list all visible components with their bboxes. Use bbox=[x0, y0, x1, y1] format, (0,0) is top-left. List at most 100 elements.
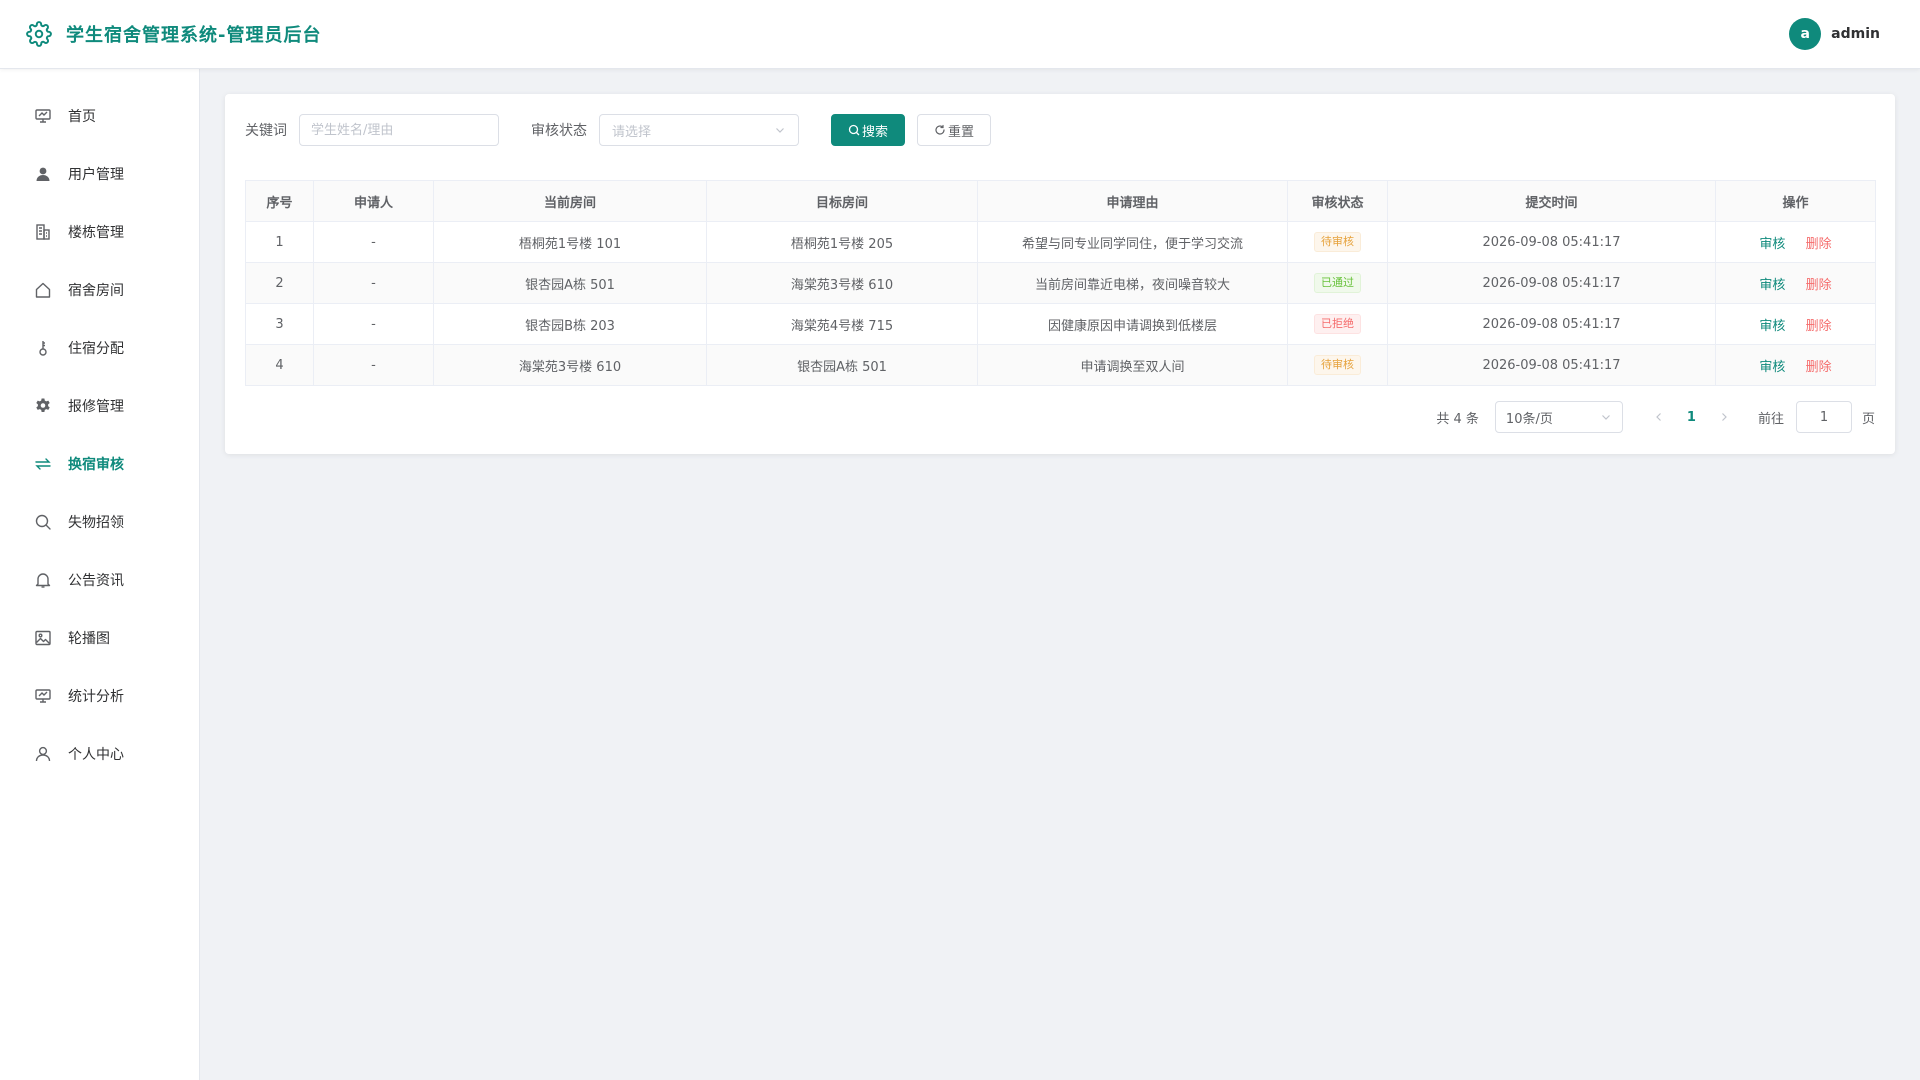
status-badge: 已拒绝 bbox=[1314, 314, 1361, 334]
cell-target-room: 银杏园A栋 501 bbox=[706, 344, 978, 386]
user-menu[interactable]: a admin bbox=[1789, 18, 1880, 50]
status-select-placeholder: 请选择 bbox=[612, 124, 652, 140]
chart-icon bbox=[34, 687, 52, 705]
cell-submitted: 2026-09-08 05:41:17 bbox=[1387, 262, 1716, 304]
column-header: 序号 bbox=[245, 180, 314, 222]
sidebar-item-allocation[interactable]: 住宿分配 bbox=[0, 319, 199, 377]
house-icon bbox=[34, 281, 52, 299]
sidebar-item-label: 报修管理 bbox=[68, 399, 124, 415]
review-link[interactable]: 审核 bbox=[1759, 319, 1785, 334]
sidebar-item-users[interactable]: 用户管理 bbox=[0, 145, 199, 203]
goto-page-input[interactable] bbox=[1795, 401, 1852, 433]
status-badge: 待审核 bbox=[1314, 355, 1361, 375]
table-row: 3 - 银杏园B栋 203 海棠苑4号楼 715 因健康原因申请调换到低楼层 已… bbox=[245, 303, 1876, 345]
sidebar-item-swap-review[interactable]: 换宿审核 bbox=[0, 435, 199, 493]
gear-logo-icon bbox=[26, 21, 52, 47]
sidebar-item-label: 失物招领 bbox=[68, 515, 124, 531]
reset-button[interactable]: 重置 bbox=[917, 114, 991, 146]
sidebar-item-label: 统计分析 bbox=[68, 689, 124, 705]
building-icon bbox=[34, 223, 52, 241]
sidebar-item-buildings[interactable]: 楼栋管理 bbox=[0, 203, 199, 261]
total-count: 共 4 条 bbox=[1436, 411, 1479, 427]
cell-target-room: 海棠苑4号楼 715 bbox=[706, 303, 978, 345]
delete-link[interactable]: 删除 bbox=[1806, 319, 1832, 334]
sidebar-item-label: 楼栋管理 bbox=[68, 225, 124, 241]
cell-status: 已拒绝 bbox=[1287, 303, 1388, 345]
sidebar-item-label: 住宿分配 bbox=[68, 341, 124, 357]
prev-page-button[interactable] bbox=[1647, 405, 1671, 429]
review-link[interactable]: 审核 bbox=[1759, 237, 1785, 252]
cell-target-room: 梧桐苑1号楼 205 bbox=[706, 221, 978, 263]
next-page-button[interactable] bbox=[1712, 405, 1736, 429]
sidebar-item-label: 用户管理 bbox=[68, 167, 124, 183]
cell-submitted: 2026-09-08 05:41:17 bbox=[1387, 344, 1716, 386]
delete-link[interactable]: 删除 bbox=[1806, 278, 1832, 293]
cell-reason: 希望与同专业同学同住，便于学习交流 bbox=[977, 221, 1288, 263]
goto-label: 前往 bbox=[1757, 411, 1784, 427]
table-header-row: 序号 申请人 当前房间 目标房间 申请理由 审核状态 提交时间 操作 bbox=[245, 180, 1876, 222]
filter-bar: 关键词 审核状态 请选择 搜索 重置 bbox=[245, 114, 1875, 146]
cell-current-room: 银杏园A栋 501 bbox=[433, 262, 707, 304]
column-header: 目标房间 bbox=[706, 180, 978, 222]
pagination: 共 4 条 10条/页 1 前往 页 bbox=[1436, 401, 1875, 433]
cell-actions: 审核 删除 bbox=[1715, 303, 1876, 345]
column-header: 申请理由 bbox=[977, 180, 1288, 222]
cell-applicant: - bbox=[313, 344, 434, 386]
key-icon bbox=[34, 339, 52, 357]
search-button-label: 搜索 bbox=[861, 124, 888, 140]
sidebar-item-repairs[interactable]: 报修管理 bbox=[0, 377, 199, 435]
search-button[interactable]: 搜索 bbox=[831, 114, 905, 146]
delete-link[interactable]: 删除 bbox=[1806, 237, 1832, 252]
column-header: 操作 bbox=[1715, 180, 1876, 222]
cell-applicant: - bbox=[313, 221, 434, 263]
page-number-current[interactable]: 1 bbox=[1687, 410, 1696, 425]
bell-icon bbox=[34, 571, 52, 589]
cell-reason: 因健康原因申请调换到低楼层 bbox=[977, 303, 1288, 345]
chevron-right-icon bbox=[1722, 413, 1727, 421]
refresh-icon bbox=[934, 124, 946, 136]
sidebar-item-lost-found[interactable]: 失物招领 bbox=[0, 493, 199, 551]
cell-current-room: 海棠苑3号楼 610 bbox=[433, 344, 707, 386]
status-badge: 待审核 bbox=[1314, 232, 1361, 252]
sidebar-item-announcements[interactable]: 公告资讯 bbox=[0, 551, 199, 609]
chevron-down-icon bbox=[774, 124, 786, 136]
picture-icon bbox=[34, 629, 52, 647]
sidebar-item-profile[interactable]: 个人中心 bbox=[0, 725, 199, 783]
column-header: 当前房间 bbox=[433, 180, 707, 222]
search-icon bbox=[34, 513, 52, 531]
review-link[interactable]: 审核 bbox=[1759, 360, 1785, 375]
status-badge: 已通过 bbox=[1314, 273, 1361, 293]
sidebar: 首页 用户管理 楼栋管理 宿舍房间 住宿分配 报修管理 换宿审核 失物招领 公告… bbox=[0, 69, 200, 1080]
chevron-down-icon bbox=[1600, 411, 1612, 423]
column-header: 申请人 bbox=[313, 180, 434, 222]
swap-request-table: 序号 申请人 当前房间 目标房间 申请理由 审核状态 提交时间 操作 1 - 梧… bbox=[245, 180, 1876, 386]
review-link[interactable]: 审核 bbox=[1759, 278, 1785, 293]
page-size-value: 10条/页 bbox=[1505, 411, 1553, 427]
page-size-select[interactable]: 10条/页 bbox=[1494, 401, 1623, 433]
sidebar-item-label: 换宿审核 bbox=[68, 457, 124, 473]
sidebar-item-label: 公告资讯 bbox=[68, 573, 124, 589]
status-select[interactable]: 请选择 bbox=[599, 114, 799, 146]
sidebar-item-label: 首页 bbox=[68, 109, 96, 125]
sidebar-item-label: 宿舍房间 bbox=[68, 283, 124, 299]
user-icon bbox=[34, 165, 52, 183]
cell-status: 待审核 bbox=[1287, 221, 1388, 263]
sidebar-item-statistics[interactable]: 统计分析 bbox=[0, 667, 199, 725]
person-icon bbox=[34, 745, 52, 763]
column-header: 审核状态 bbox=[1287, 180, 1388, 222]
cell-submitted: 2026-09-08 05:41:17 bbox=[1387, 221, 1716, 263]
sidebar-item-carousel[interactable]: 轮播图 bbox=[0, 609, 199, 667]
search-icon bbox=[848, 124, 860, 136]
app-title: 学生宿舍管理系统-管理员后台 bbox=[66, 25, 322, 46]
username[interactable]: admin bbox=[1831, 26, 1880, 42]
sidebar-item-home[interactable]: 首页 bbox=[0, 87, 199, 145]
cell-target-room: 海棠苑3号楼 610 bbox=[706, 262, 978, 304]
sidebar-item-rooms[interactable]: 宿舍房间 bbox=[0, 261, 199, 319]
cell-index: 2 bbox=[245, 262, 314, 304]
delete-link[interactable]: 删除 bbox=[1806, 360, 1832, 375]
status-label: 审核状态 bbox=[531, 123, 587, 139]
cell-current-room: 梧桐苑1号楼 101 bbox=[433, 221, 707, 263]
cell-index: 4 bbox=[245, 344, 314, 386]
keyword-input[interactable] bbox=[299, 114, 499, 146]
avatar[interactable]: a bbox=[1789, 18, 1822, 50]
